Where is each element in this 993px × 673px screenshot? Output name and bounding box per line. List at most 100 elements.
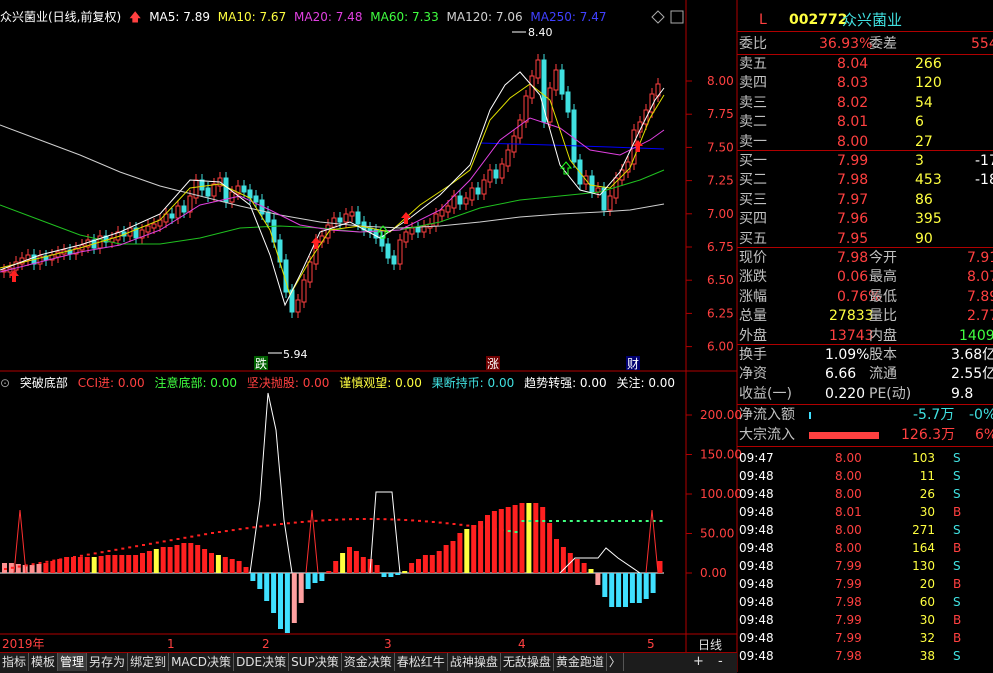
price-tick-label: 6.25 xyxy=(707,306,734,320)
zoom-in-icon[interactable]: + xyxy=(693,654,704,669)
gdcy-label: 果断持币: 0.00 xyxy=(431,376,515,390)
sell-level[interactable]: 卖二 8.01 6 xyxy=(737,113,993,132)
tab-template[interactable]: 模板 xyxy=(29,653,59,671)
ma120-line xyxy=(0,124,665,229)
tick-volume: 30 xyxy=(919,613,935,627)
tab-indicator[interactable]: 指标 xyxy=(0,653,30,671)
sell-level[interactable]: 卖三 8.02 54 xyxy=(737,94,993,113)
tick-volume: 164 xyxy=(912,541,935,555)
stat-value: 27833 xyxy=(829,308,874,325)
stat-value: 0.06 xyxy=(837,269,869,286)
ma5-label: MA5: 7.89 xyxy=(149,10,210,24)
gz-label: 关注: 0.00 xyxy=(616,376,676,390)
stat-row: 涨幅0.76%最低7.89 xyxy=(737,288,993,307)
tick-volume: 32 xyxy=(919,631,935,645)
buy-level[interactable]: 买三 7.97 86 xyxy=(737,191,993,210)
tab-manage[interactable]: 管理 xyxy=(58,653,88,671)
tick-time: 09:48 xyxy=(739,649,774,663)
indicator-name[interactable]: 突破底部 xyxy=(20,376,68,390)
jsgw-label: 谨慎观望: 0.00 xyxy=(339,376,422,390)
sell-level[interactable]: 卖四 8.03 120 xyxy=(737,74,993,93)
tab-chunsong[interactable]: 春松红牛 xyxy=(395,653,448,671)
tick-row: 09:48 7.99 30 B xyxy=(737,611,993,629)
up-arrow-icon: 🡅 xyxy=(129,10,142,24)
spike-line-3 xyxy=(645,509,659,574)
ma120-label: MA120: 7.06 xyxy=(446,10,523,24)
tab-bind-to[interactable]: 绑定到 xyxy=(128,653,170,671)
tab-zhanshen[interactable]: 战神操盘 xyxy=(448,653,501,671)
stat-value-2: 7.91 xyxy=(967,250,993,266)
price-tick-label: 7.50 xyxy=(707,140,734,154)
level-price: 8.03 xyxy=(837,75,869,92)
svg-text:5.94: 5.94 xyxy=(283,348,308,361)
ma10-label: MA10: 7.67 xyxy=(217,10,287,24)
ma10-line xyxy=(0,83,665,297)
tick-price: 7.99 xyxy=(835,559,862,573)
buy-arrow-icons xyxy=(9,140,643,282)
tick-direction: S xyxy=(953,649,961,663)
level-volume: 86 xyxy=(915,191,933,208)
tab-wudi[interactable]: 无敌操盘 xyxy=(501,653,554,671)
buy-level[interactable]: 买二 7.98 453 -18 xyxy=(737,171,993,190)
cci-label: CCI进: 0.00 xyxy=(77,376,145,390)
period-label[interactable]: 日线 xyxy=(698,636,722,653)
tick-price: 8.00 xyxy=(835,523,862,537)
stat-value-2: 8.07 xyxy=(967,269,993,286)
indicator-legend: ⊙ 突破底部 CCI进: 0.00 注意底部: 0.00 坚决抛股: 0.00 … xyxy=(0,374,681,390)
stat-label-2: PE(动) xyxy=(869,385,912,402)
zoom-out-icon[interactable]: - xyxy=(718,654,723,669)
tab-dde[interactable]: DDE决策 xyxy=(234,653,290,671)
tick-price: 8.00 xyxy=(835,541,862,555)
buy-level[interactable]: 买四 7.96 395 xyxy=(737,210,993,229)
tick-row: 09:48 7.99 20 B xyxy=(737,575,993,593)
level-label: 卖二 xyxy=(739,114,767,131)
level-price: 7.99 xyxy=(837,153,869,169)
tick-direction: S xyxy=(953,595,961,609)
tick-time: 09:48 xyxy=(739,595,774,609)
tick-direction: B xyxy=(953,541,962,555)
spike-line-1 xyxy=(13,509,27,574)
tab-sup[interactable]: SUP决策 xyxy=(289,653,342,671)
level-price: 7.97 xyxy=(837,191,869,208)
ma5-line xyxy=(0,71,665,307)
buy-level[interactable]: 买五 7.95 90 xyxy=(737,230,993,249)
tab-macd[interactable]: MACD决策 xyxy=(169,653,235,671)
tick-price: 7.99 xyxy=(835,613,862,627)
tick-row: 09:48 8.00 26 S xyxy=(737,485,993,503)
date-m4: 4 xyxy=(518,637,526,651)
ind-tick-label: 150.00 xyxy=(700,448,742,462)
level-volume: 453 xyxy=(915,172,942,189)
market-label: L xyxy=(759,12,767,28)
svg-text:财: 财 xyxy=(627,357,639,371)
price-tick-label: 6.00 xyxy=(707,340,734,354)
zyd-label: 注意底部: 0.00 xyxy=(154,376,238,390)
sell-level[interactable]: 卖一 8.00 27 xyxy=(737,133,993,152)
level-change: -17 xyxy=(975,153,993,169)
tick-time: 09:48 xyxy=(739,487,774,501)
stat-label-2: 股本 xyxy=(869,347,897,363)
level-label: 买一 xyxy=(739,153,767,169)
tab-more-icon[interactable]: 〉 xyxy=(607,653,624,671)
level-label: 买五 xyxy=(739,230,767,247)
level-price: 8.01 xyxy=(837,114,869,131)
buy-level[interactable]: 买一 7.99 3 -17 xyxy=(737,152,993,171)
diamond-icon[interactable] xyxy=(651,10,665,24)
sell-level[interactable]: 卖五 8.04 266 xyxy=(737,55,993,74)
tab-fund[interactable]: 资金决策 xyxy=(342,653,395,671)
tab-huangjin[interactable]: 黄金跑道 xyxy=(554,653,607,671)
stat-label: 涨幅 xyxy=(739,288,767,305)
date-m2: 2 xyxy=(262,637,270,651)
ma20-label: MA20: 7.48 xyxy=(294,10,363,24)
stat-label: 收益(一) xyxy=(739,385,792,402)
indicator-axis: 200.00 150.00 100.00 50.00 0.00 xyxy=(686,408,742,580)
stat-row: 总量 27833量比 2.77 xyxy=(737,307,993,326)
tick-row: 09:48 8.00 271 S xyxy=(737,521,993,539)
tick-time: 09:48 xyxy=(739,613,774,627)
tick-row: 09:48 7.99 32 B xyxy=(737,629,993,647)
window-toggle-icon[interactable] xyxy=(670,10,684,24)
tick-row: 09:47 8.00 103 S xyxy=(737,449,993,467)
tab-save-as[interactable]: 另存为 xyxy=(87,653,129,671)
settings-icon[interactable]: ⊙ xyxy=(0,376,10,390)
tick-volume: 38 xyxy=(919,649,935,663)
tick-direction: S xyxy=(953,469,961,483)
